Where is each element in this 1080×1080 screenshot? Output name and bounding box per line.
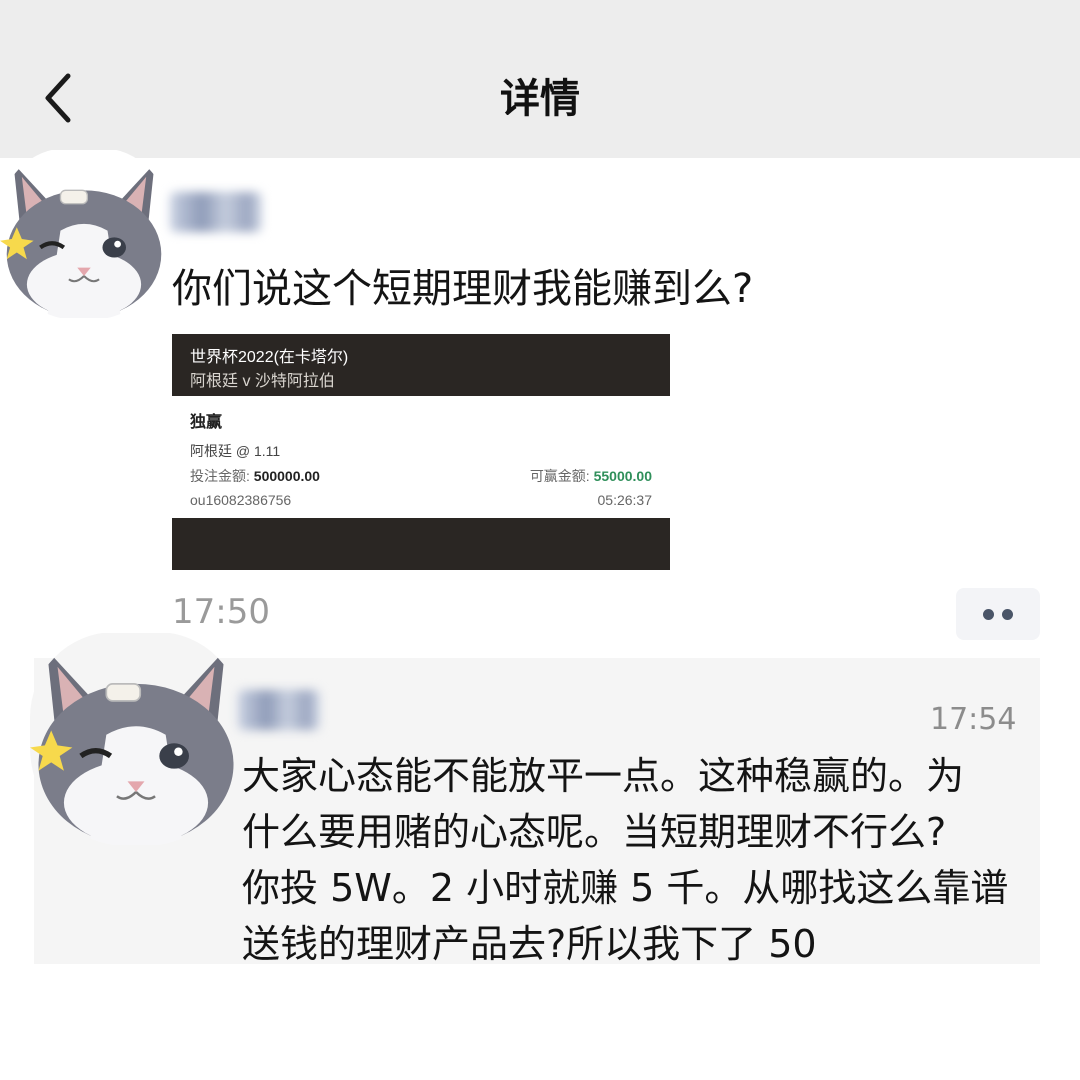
dot-icon (1002, 609, 1013, 620)
comment-text: 大家心态能不能放平一点。这种稳赢的。为 什么要用赌的心态呢。当短期理财不行么? … (242, 748, 1022, 972)
ticket-win: 可赢金额: 55000.00 (530, 466, 652, 486)
post-text: 你们说这个短期理财我能赚到么? (172, 266, 754, 312)
ticket-bet-type: 独赢 (190, 414, 223, 431)
ticket-pick: 阿根廷 @ 1.11 (190, 443, 281, 459)
page-title: 详情 (500, 76, 580, 122)
comment-line: 送钱的理财产品去?所以我下了 50 (242, 922, 817, 966)
ticket-stake: 投注金额: 500000.00 (190, 466, 320, 486)
stake-value: 500000.00 (253, 468, 320, 484)
cat-avatar-icon (30, 633, 242, 845)
commenter-avatar[interactable] (30, 632, 242, 846)
post-time: 17:50 (172, 592, 270, 632)
dot-icon (983, 609, 994, 620)
ticket-order-row: ou16082386756 05:26:37 (190, 492, 652, 512)
ticket-header: 世界杯2022(在卡塔尔) 阿根廷 v 沙特阿拉伯 (172, 334, 670, 396)
ticket-amount-row: 投注金额: 500000.00 可赢金额: 55000.00 (190, 466, 652, 486)
top-bar: 详情 (0, 0, 1080, 158)
comment-line: 什么要用赌的心态呢。当短期理财不行么? (242, 810, 947, 854)
bet-ticket-image[interactable]: 世界杯2022(在卡塔尔) 阿根廷 v 沙特阿拉伯 独赢 阿根廷 @ 1.11 … (172, 334, 670, 570)
author-name-blurred (170, 192, 262, 232)
more-dots-icon[interactable] (956, 588, 1040, 640)
ticket-footer (172, 518, 670, 570)
win-value: 55000.00 (593, 468, 652, 484)
commenter-name-blurred (238, 690, 320, 730)
comment-line: 大家心态能不能放平一点。这种稳赢的。为 (242, 754, 965, 798)
stake-label: 投注金额: (190, 468, 250, 484)
win-label: 可赢金额: (529, 468, 590, 484)
comment-line: 你投 5W。2 小时就赚 5 千。从哪找这么靠谱 (242, 866, 1009, 910)
cat-avatar-icon (0, 150, 168, 318)
ticket-league: 世界杯2022(在卡塔尔) (190, 349, 349, 366)
ticket-order-time: 05:26:37 (597, 492, 653, 508)
ticket-match: 阿根廷 v 沙特阿拉伯 (190, 373, 335, 390)
ticket-order-id: ou16082386756 (190, 492, 292, 508)
comment-time: 17:54 (930, 702, 1017, 737)
author-avatar[interactable] (0, 148, 168, 320)
